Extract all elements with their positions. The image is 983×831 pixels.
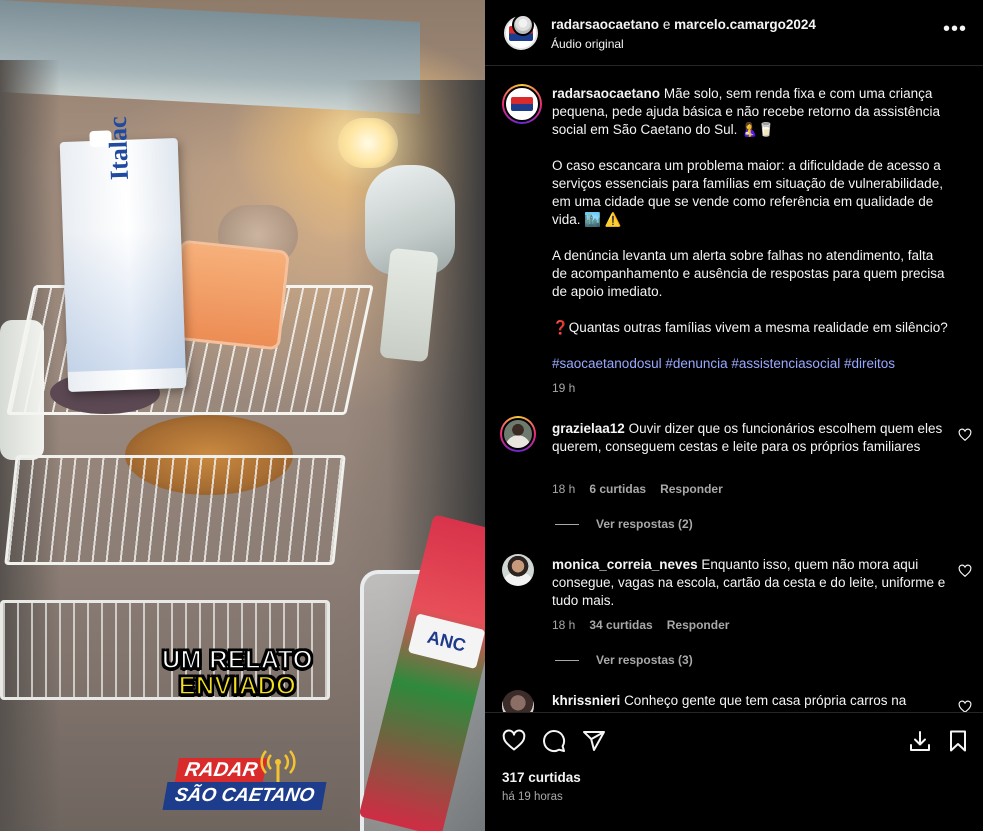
comment-icon[interactable] (542, 729, 566, 753)
caption-text: radarsaocaetano Mãe solo, sem renda fixa… (552, 85, 952, 397)
caption-paragraph-1: radarsaocaetano Mãe solo, sem renda fixa… (552, 85, 952, 139)
comment-time: 18 h (552, 618, 576, 632)
video-overlay-line2: ENVIADO (178, 671, 297, 701)
post-panel: radarsaocaetano e marcelo.camargo2024 Áu… (485, 0, 983, 831)
caption-paragraph-4: ❓Quantas outras famílias vivem a mesma r… (552, 320, 948, 335)
replies-dash (555, 660, 579, 662)
comment-username[interactable]: monica_correia_neves (552, 557, 698, 572)
comment-body: Conheço gente que tem casa própria carro… (624, 693, 907, 708)
audio-link[interactable]: Áudio original (551, 37, 624, 51)
radar-sao-caetano-logo: RADAR SÃO CAETANO (162, 750, 327, 816)
video-player[interactable]: Italac ANC UM RELATO ENVIADO RADAR SÃO C… (0, 0, 485, 831)
comment-time: 18 h (552, 482, 576, 496)
comment-meta: 18 h 34 curtidas Responder (552, 618, 743, 632)
commenter-avatar[interactable] (500, 416, 536, 452)
author-username-2[interactable]: marcelo.camargo2024 (674, 17, 816, 32)
like-heart-icon[interactable] (502, 729, 526, 753)
author-username-1[interactable]: radarsaocaetano (551, 17, 659, 32)
caption-paragraph-3: A denúncia levanta um alerta sobre falha… (552, 248, 945, 299)
caption-avatar[interactable] (502, 84, 542, 124)
comment-likes[interactable]: 34 curtidas (589, 618, 652, 632)
comment-text: monica_correia_neves Enquanto isso, quem… (552, 556, 952, 610)
comment-like-heart-icon[interactable] (958, 564, 972, 578)
carton-band (62, 227, 186, 372)
view-replies-label: Ver respostas (3) (596, 653, 693, 667)
comment-username[interactable]: grazielaa12 (552, 421, 625, 436)
comment-reply-button[interactable]: Responder (660, 482, 723, 496)
fridge-shelf-middle (4, 455, 346, 565)
food-container (170, 239, 290, 351)
comment-reply-button[interactable]: Responder (667, 618, 730, 632)
authors-joiner: e (659, 17, 675, 32)
author-avatar-marcelo[interactable] (512, 14, 534, 36)
comment-meta: 18 h 6 curtidas Responder (552, 482, 737, 496)
share-icon[interactable] (582, 729, 606, 753)
logo-top-text: RADAR (174, 758, 268, 782)
caption-avatar-inner (504, 86, 540, 122)
replies-dash (555, 524, 579, 526)
comment-text: khrissnieri Conheço gente que tem casa p… (552, 692, 952, 710)
view-replies-button[interactable]: Ver respostas (2) (555, 517, 693, 531)
commenter-avatar[interactable] (502, 690, 534, 712)
comment-text: grazielaa12 Ouvir dizer que os funcionár… (552, 420, 952, 456)
post-authors: radarsaocaetano e marcelo.camargo2024 (551, 17, 816, 32)
commenter-avatar[interactable] (502, 554, 534, 586)
post-header: radarsaocaetano e marcelo.camargo2024 Áu… (485, 0, 983, 66)
carton-brand: Italac (102, 116, 135, 181)
caption-time: 19 h (552, 381, 576, 395)
radar-logo-mini (511, 97, 533, 111)
video-overlay-line1: UM RELATO (161, 645, 313, 675)
more-options-icon[interactable]: ••• (943, 18, 967, 41)
caption-hashtags[interactable]: #saocaetanodosul #denuncia #assistencias… (552, 355, 952, 373)
post-actions: 317 curtidas há 19 horas (485, 712, 983, 831)
view-replies-button[interactable]: Ver respostas (3) (555, 653, 693, 667)
comment-likes[interactable]: 6 curtidas (589, 482, 646, 496)
fridge-lamp (338, 118, 398, 168)
view-replies-label: Ver respostas (2) (596, 517, 693, 531)
commenter-avatar-inner (502, 418, 534, 450)
logo-bottom-text: SÃO CAETANO (162, 782, 327, 810)
post-timestamp: há 19 horas (502, 791, 563, 803)
comment-like-heart-icon[interactable] (958, 700, 972, 712)
bookmark-icon[interactable] (946, 729, 970, 753)
broadcast-icon (260, 750, 296, 782)
caption-paragraph-2: O caso escancara um problema maior: a di… (552, 158, 943, 227)
download-icon[interactable] (908, 729, 932, 753)
comment-username[interactable]: khrissnieri (552, 693, 620, 708)
post-likes-count[interactable]: 317 curtidas (502, 770, 581, 785)
milk-carton: Italac (59, 116, 187, 392)
comments-list[interactable]: radarsaocaetano Mãe solo, sem renda fixa… (485, 66, 983, 712)
caption-username[interactable]: radarsaocaetano (552, 86, 660, 101)
comment-like-heart-icon[interactable] (958, 428, 972, 442)
